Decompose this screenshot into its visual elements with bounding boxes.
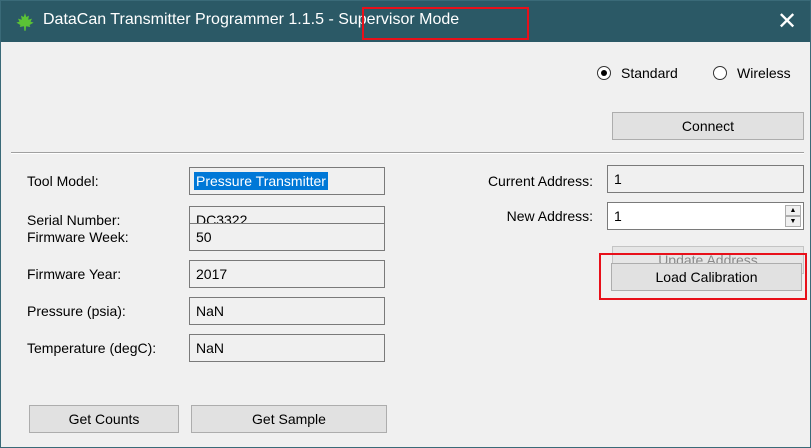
tool-model-label: Tool Model: xyxy=(27,173,99,189)
new-address-value: 1 xyxy=(614,208,622,224)
pressure-field[interactable]: NaN xyxy=(189,297,385,325)
wireless-radio-circle xyxy=(713,66,727,80)
standard-radio-label: Standard xyxy=(621,65,678,81)
standard-radio-circle xyxy=(597,66,611,80)
maple-leaf-icon xyxy=(16,13,34,31)
current-address-field[interactable]: 1 xyxy=(607,165,804,193)
window-title-mode: - Supervisor Mode xyxy=(328,11,460,28)
firmware-year-label: Firmware Year: xyxy=(27,266,122,282)
new-address-input[interactable]: 1 ▲ ▼ xyxy=(607,202,804,230)
title-bar: DataCan Transmitter Programmer 1.1.5 - S… xyxy=(1,1,810,42)
wireless-radio-label: Wireless xyxy=(737,65,791,81)
spinner-up-icon[interactable]: ▲ xyxy=(785,205,801,216)
wireless-radio[interactable]: Wireless xyxy=(713,65,791,81)
new-address-spinner[interactable]: ▲ ▼ xyxy=(785,205,801,227)
serial-number-label: Serial Number: xyxy=(27,212,121,228)
firmware-week-field[interactable]: 50 xyxy=(189,223,385,251)
standard-radio[interactable]: Standard xyxy=(597,65,678,81)
close-icon: ✕ xyxy=(776,8,798,35)
pressure-label: Pressure (psia): xyxy=(27,303,126,319)
firmware-week-label: Firmware Week: xyxy=(27,229,129,245)
new-address-label: New Address: xyxy=(506,208,593,224)
connect-button[interactable]: Connect xyxy=(612,112,804,140)
current-address-label: Current Address: xyxy=(487,173,593,189)
window-title: DataCan Transmitter Programmer 1.1.5 - S… xyxy=(43,11,459,29)
spinner-down-icon[interactable]: ▼ xyxy=(785,216,801,227)
get-counts-button[interactable]: Get Counts xyxy=(29,405,179,433)
window-title-app: DataCan Transmitter Programmer 1.1.5 xyxy=(43,11,329,28)
tool-model-field[interactable]: Pressure Transmitter xyxy=(189,167,385,195)
section-divider xyxy=(11,152,804,154)
close-button[interactable]: ✕ xyxy=(764,1,810,42)
get-sample-button[interactable]: Get Sample xyxy=(191,405,387,433)
temperature-field[interactable]: NaN xyxy=(189,334,385,362)
load-calibration-button[interactable]: Load Calibration xyxy=(611,263,802,291)
firmware-year-field[interactable]: 2017 xyxy=(189,260,385,288)
tool-model-value: Pressure Transmitter xyxy=(194,172,328,190)
app-window: DataCan Transmitter Programmer 1.1.5 - S… xyxy=(0,0,811,448)
temperature-label: Temperature (degC): xyxy=(27,340,157,356)
